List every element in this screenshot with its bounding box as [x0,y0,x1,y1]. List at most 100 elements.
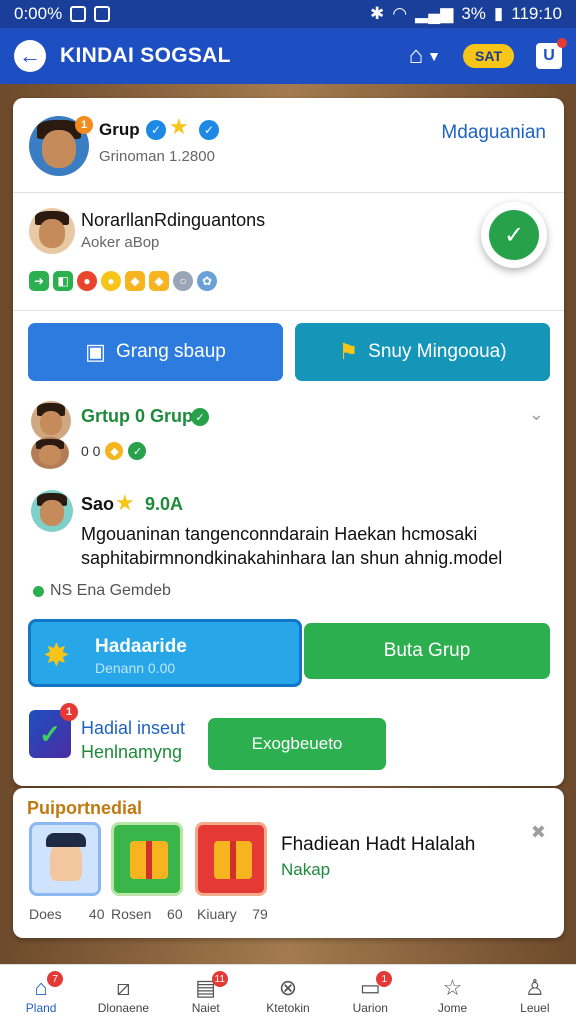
reward-message-subtitle[interactable]: Nakap [281,860,330,880]
nav-label: Pland [25,1000,57,1015]
mini-title: Hadial inseut [81,718,186,738]
battery-icon: ▮ [493,4,504,23]
close-circle-icon: ⊗ [278,974,298,1000]
check-app-icon[interactable]: ✓ 1 [29,703,78,758]
shield-icon: ◆ [105,442,124,460]
buta-grup-button[interactable]: Buta Grup [304,623,550,679]
promo-button[interactable]: ✸ Hadaaride Denann 0.00 [28,619,302,687]
group-avatar[interactable] [31,401,71,441]
reward-tile-gift[interactable] [111,822,183,896]
member-subtitle: Aoker aBop [81,234,160,251]
gear-icon[interactable]: ✿ [197,271,217,291]
reward-label-value: 40 [88,906,105,922]
rewards-title: Puiportnedial [27,798,143,818]
verified-check-icon: ✓ [191,408,209,426]
home-icon[interactable]: ⌂ [409,42,424,70]
left-action-button[interactable]: ▣ Grang sbaup [28,323,283,381]
owner-badge: 1 [75,116,93,134]
reward-label: Does 40 [29,906,105,922]
badge-icon[interactable]: ➜ [29,271,49,291]
avatar-face [39,410,63,436]
nav-label: Ktetokin [266,1000,310,1015]
owner-subtitle: Grinoman 1.2800 [99,148,215,165]
notification-icon [70,6,87,22]
star-icon: ★ [115,490,135,515]
bag-icon[interactable]: U [536,38,567,69]
member-avatar[interactable] [29,208,75,254]
manage-link[interactable]: Mdaguanian [441,122,546,144]
reward-label-value: 79 [252,906,268,922]
nav-item-leuel[interactable]: ♙ Leuel [494,965,576,1024]
n-icon: ⧄ [116,974,131,1000]
badge-icon[interactable]: ◧ [53,271,73,291]
exog-button[interactable]: Exogbeueto [208,718,386,770]
exog-button-label: Exogbeueto [251,734,343,753]
nav-label: Jome [437,1000,468,1015]
battery-percent: 3% [461,4,486,23]
avatar-face [42,130,76,168]
avatar-face [39,444,61,465]
bottom-nav: ⌂ 7 Pland ⧄ Dlonaene ▤ 11 Naiet ⊗ Ktetok… [0,964,576,1024]
verified-check-icon: ✓ [199,120,219,140]
star-icon: ☆ [442,974,463,1000]
nav-label: Naiet [191,1000,220,1015]
bluetooth-icon: ✱ [370,4,385,23]
group-name[interactable]: Grtup 0 Grup [81,406,193,427]
online-dot [33,585,44,597]
group-icon-row: 0 0 ◆ ✓ [81,442,147,460]
badge-icon[interactable]: ● [77,271,97,291]
promo-subtitle: Denann 0.00 [95,660,176,676]
chat-fab-button[interactable]: ✓ [481,202,547,268]
nav-item-ktetokin[interactable]: ⊗ Ktetokin [247,965,329,1024]
group-icons-text: 0 0 [81,443,101,459]
owner-name: Grup [99,120,140,139]
post-author: Sao [81,494,115,514]
achievement-icon-row: ➜ ◧ ● ● ◆ ◆ ○ ✿ [29,271,217,291]
signal-icon: ▂▄▆ [415,4,454,23]
medal-icon[interactable]: ○ [173,271,193,291]
reward-label: Kiuary 79 [197,906,268,922]
divider [13,192,564,193]
left-action-label: Grang sbaup [115,341,226,362]
avatar-face [40,500,64,527]
nav-item-uarion[interactable]: ▭ 1 Uarion [329,965,411,1024]
nav-item-home[interactable]: ⌂ 7 Pland [0,965,82,1024]
reward-label-value: 60 [167,906,183,922]
app-title: KINDAI SOGSAL [60,44,231,67]
close-icon[interactable]: ✖ [531,822,546,843]
diamond-icon[interactable]: ◆ [149,271,169,291]
chevron-down-icon[interactable]: ▼ [427,48,441,64]
post-author-avatar[interactable] [31,490,73,532]
group-avatar[interactable] [31,437,69,469]
chat-bubble-icon: ✓ [489,210,539,260]
reward-tile-gift[interactable] [195,822,267,896]
divider [13,310,564,311]
reward-tile-character[interactable] [29,822,101,896]
reward-label-name: Does [29,906,62,922]
back-arrow-icon[interactable]: ← [14,40,46,72]
nav-item-naiet[interactable]: ▤ 11 Naiet [165,965,247,1024]
check-circle-icon: ✓ [128,442,147,460]
wifi-icon: ◠ [392,4,408,23]
sat-pill-button[interactable]: SAT [463,44,514,68]
cap-icon [46,833,86,847]
nav-item-dlonaene[interactable]: ⧄ Dlonaene [82,965,164,1024]
right-action-button[interactable]: ⚑ Snuy Mingooua) [295,323,550,381]
reward-message-title: Fhadiean Hadt Halalah [281,834,476,855]
right-action-label: Snuy Mingooua) [368,341,507,362]
user-icon: ♙ [524,974,545,1000]
gift-icon [130,841,168,879]
nav-label: Leuel [520,1000,550,1015]
bag-label: U [543,47,555,64]
group-card: 1 Grup ✓ ★ ✓ Grinoman 1.2800 Mdaguanian … [13,98,564,786]
notification-dot [557,38,567,48]
mini-badge: 1 [60,703,78,721]
nav-item-jome[interactable]: ☆ Jome [411,965,493,1024]
diamond-icon[interactable]: ◆ [125,271,145,291]
nav-badge: 11 [211,971,228,987]
promo-title: Hadaaride [95,636,187,657]
chevron-down-icon[interactable]: ⌄ [529,404,544,425]
coin-icon[interactable]: ● [101,271,121,291]
online-status-text: NS Ena Gemdeb [50,582,171,599]
clock: 119:10 [511,4,562,23]
